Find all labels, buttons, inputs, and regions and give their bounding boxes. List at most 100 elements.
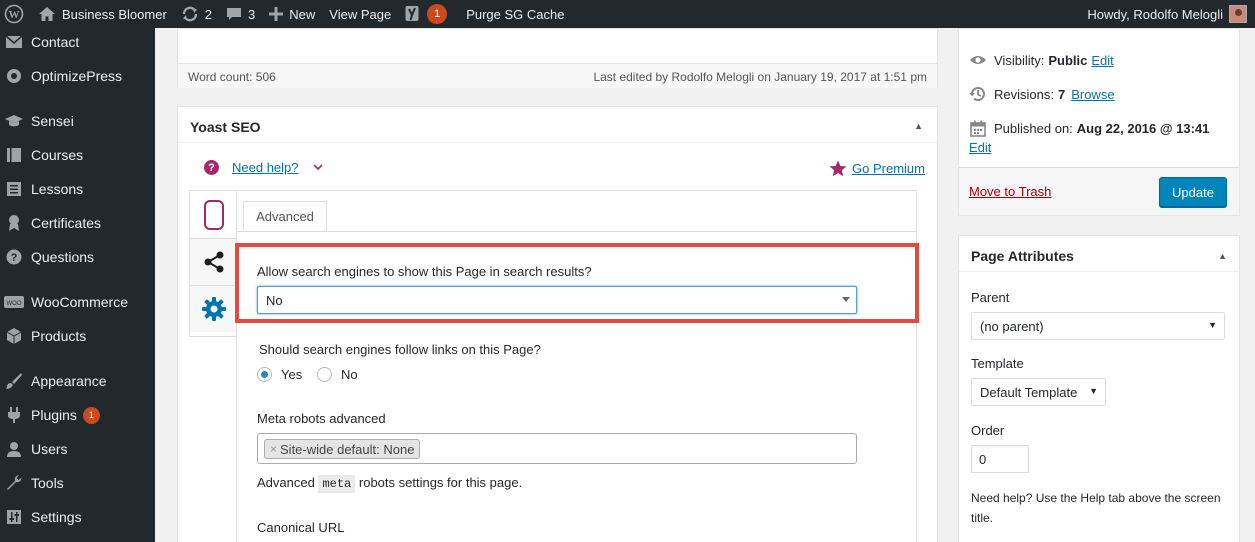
follow-no-radio[interactable] bbox=[317, 367, 332, 382]
tab-content-analysis[interactable] bbox=[190, 191, 237, 238]
divider bbox=[237, 231, 916, 232]
yoast-menu-link[interactable]: 1 bbox=[398, 0, 454, 28]
dropdown-arrow-icon: ▼ bbox=[1089, 386, 1098, 396]
move-to-trash-link[interactable]: Move to Trash bbox=[969, 184, 1051, 199]
dropdown-arrow-icon: ▼ bbox=[1208, 320, 1217, 330]
sidebar-item-questions[interactable]: ? Questions bbox=[0, 240, 155, 274]
meta-code: meta bbox=[318, 475, 356, 493]
published-row: Published on: Aug 22, 2016 @ 13:41 bbox=[969, 119, 1209, 137]
yoast-advanced-pane: Advanced Allow search engines to show th… bbox=[235, 190, 919, 542]
purge-label: Purge SG Cache bbox=[466, 6, 565, 22]
plugins-update-badge: 1 bbox=[82, 406, 100, 424]
my-account-link[interactable]: Howdy, Rodolfo Melogli bbox=[1080, 0, 1223, 28]
tab-social[interactable] bbox=[190, 238, 237, 285]
refresh-icon bbox=[181, 6, 199, 22]
collapse-toggle-icon[interactable]: ▲ bbox=[914, 121, 923, 131]
comments-link[interactable]: 3 bbox=[219, 0, 262, 28]
new-content-link[interactable]: New bbox=[262, 0, 322, 28]
meta-robots-description: Advanced meta robots settings for this p… bbox=[257, 475, 523, 493]
revisions-row: Revisions: 7 Browse bbox=[969, 85, 1115, 103]
updates-count: 2 bbox=[204, 6, 213, 22]
order-input[interactable]: 0 bbox=[971, 445, 1029, 473]
meta-robots-token[interactable]: × Site-wide default: None bbox=[264, 439, 421, 459]
wordpress-logo-icon[interactable]: W bbox=[0, 0, 31, 28]
book-icon bbox=[4, 145, 24, 165]
follow-yes-radio[interactable] bbox=[257, 367, 272, 382]
meta-robots-input[interactable]: × Site-wide default: None bbox=[257, 433, 857, 464]
plug-icon bbox=[4, 405, 24, 425]
avatar[interactable] bbox=[1229, 5, 1247, 23]
visibility-value: Public bbox=[1048, 52, 1088, 68]
updates-link[interactable]: 2 bbox=[174, 0, 219, 28]
sidebar-item-label: Products bbox=[31, 328, 87, 344]
sidebar-item-tools[interactable]: Tools bbox=[0, 466, 155, 500]
go-premium[interactable]: Go Premium bbox=[829, 160, 925, 177]
question-icon: ? bbox=[4, 247, 24, 267]
edit-visibility-link[interactable]: Edit bbox=[1091, 53, 1113, 68]
view-page-link[interactable]: View Page bbox=[322, 0, 398, 28]
sidebar-item-label: WooCommerce bbox=[31, 294, 128, 310]
sidebar-item-lessons[interactable]: Lessons bbox=[0, 172, 155, 206]
dropdown-caret-icon bbox=[842, 297, 850, 302]
follow-no-option[interactable]: No bbox=[317, 367, 358, 382]
meta-robots-token-label: Site-wide default: None bbox=[280, 441, 415, 457]
tab-advanced[interactable]: Advanced bbox=[243, 201, 327, 231]
sidebar-item-woocommerce[interactable]: WOO WooCommerce bbox=[0, 285, 155, 319]
post-editor-box: Word count: 506 Last edited by Rodolfo M… bbox=[177, 28, 938, 88]
tab-advanced-settings[interactable] bbox=[190, 285, 237, 332]
purge-cache-link[interactable]: Purge SG Cache bbox=[454, 0, 571, 28]
sidebar-item-label: Settings bbox=[31, 509, 82, 525]
comments-count: 3 bbox=[248, 6, 256, 22]
cube-icon bbox=[4, 326, 24, 346]
page-attributes-help: Need help? Use the Help tab above the sc… bbox=[971, 491, 1221, 525]
yoast-notification-badge: 1 bbox=[427, 4, 448, 24]
meta-desc-text-end: robots settings for this page. bbox=[358, 475, 523, 490]
edit-date-link[interactable]: Edit bbox=[969, 140, 991, 155]
template-select[interactable]: Default Template ▼ bbox=[971, 378, 1106, 406]
sidebar-item-contact[interactable]: Contact bbox=[0, 25, 155, 59]
sidebar-item-users[interactable]: Users bbox=[0, 432, 155, 466]
svg-text:?: ? bbox=[11, 252, 18, 264]
sidebar-item-label: OptimizePress bbox=[31, 68, 123, 84]
post-status-info: Word count: 506 Last edited by Rodolfo M… bbox=[178, 63, 937, 88]
update-button[interactable]: Update bbox=[1159, 177, 1227, 207]
template-label: Template bbox=[971, 356, 1024, 371]
gear-icon bbox=[201, 296, 227, 322]
template-value: Default Template bbox=[980, 384, 1078, 400]
go-premium-link[interactable]: Go Premium bbox=[852, 161, 925, 176]
sidebar-item-products[interactable]: Products bbox=[0, 319, 155, 353]
yoast-section-tabs bbox=[189, 190, 237, 337]
yoast-title: Yoast SEO bbox=[190, 119, 261, 135]
last-edited: Last edited by Rodolfo Melogli on Januar… bbox=[593, 70, 927, 84]
chevron-down-icon[interactable] bbox=[312, 164, 323, 171]
sidebar-item-label: Lessons bbox=[31, 181, 84, 197]
sidebar-item-optimizepress[interactable]: OptimizePress bbox=[0, 59, 155, 93]
canonical-url-label: Canonical URL bbox=[257, 520, 345, 535]
star-icon bbox=[829, 160, 847, 177]
need-help-link[interactable]: Need help? bbox=[232, 160, 299, 175]
sidebar-item-certificates[interactable]: Certificates bbox=[0, 206, 155, 240]
published-label: Published on: bbox=[994, 120, 1073, 136]
sidebar-item-label: Users bbox=[31, 441, 68, 457]
sidebar-item-sensei[interactable]: Sensei bbox=[0, 104, 155, 138]
collapse-toggle-icon[interactable]: ▲ bbox=[1218, 251, 1227, 261]
sidebar-item-settings[interactable]: Settings bbox=[0, 500, 155, 534]
sidebar-item-courses[interactable]: Courses bbox=[0, 138, 155, 172]
browse-revisions-link[interactable]: Browse bbox=[1071, 87, 1114, 102]
meta-desc-text: Advanced bbox=[257, 475, 315, 490]
help-icon: ? bbox=[204, 160, 219, 175]
user-icon bbox=[4, 439, 24, 459]
order-label: Order bbox=[971, 423, 1005, 438]
parent-select[interactable]: (no parent) ▼ bbox=[971, 312, 1225, 340]
sidebar-item-appearance[interactable]: Appearance bbox=[0, 364, 155, 398]
remove-token-icon[interactable]: × bbox=[270, 442, 277, 456]
site-name-link[interactable]: Business Bloomer bbox=[31, 0, 174, 28]
follow-yes-option[interactable]: Yes bbox=[257, 367, 302, 382]
yoast-icon bbox=[405, 5, 421, 23]
admin-bar: W Business Bloomer 2 3 New View Page 1 P… bbox=[0, 0, 1255, 28]
show-in-results-select[interactable]: No bbox=[257, 286, 857, 314]
help-toggle[interactable]: ? Need help? bbox=[204, 160, 323, 175]
graduation-cap-icon bbox=[4, 111, 24, 131]
sidebar-item-plugins[interactable]: Plugins 1 bbox=[0, 398, 155, 432]
list-icon bbox=[4, 179, 24, 199]
